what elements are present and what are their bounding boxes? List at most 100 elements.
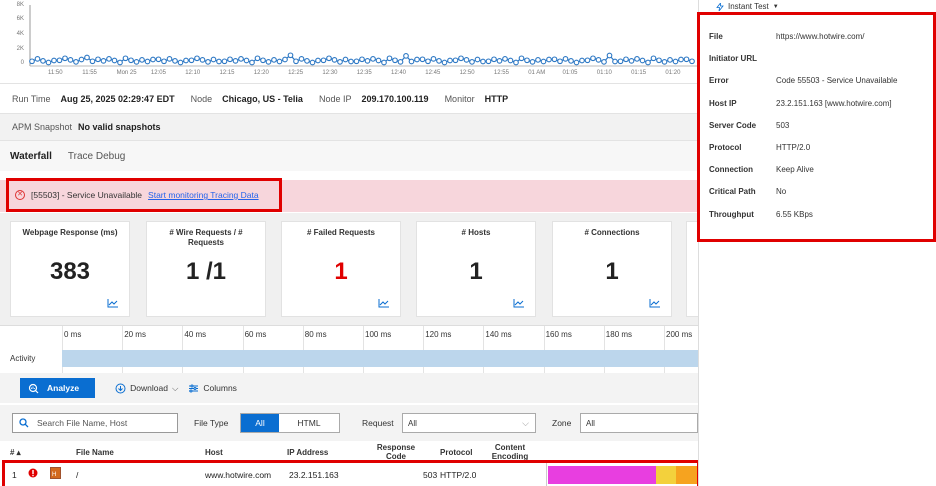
sparkline-point[interactable]: [645, 59, 651, 66]
instant-test-menu[interactable]: Instant Test ▼: [716, 2, 779, 11]
sparkline-point[interactable]: [133, 59, 140, 65]
sparkline-point[interactable]: [232, 58, 239, 64]
sparkline-point[interactable]: [639, 57, 646, 64]
sparkline-point[interactable]: [331, 57, 338, 63]
sparkline-point[interactable]: [678, 56, 684, 63]
sparkline-point[interactable]: [62, 55, 68, 62]
sparkline-point[interactable]: [584, 57, 591, 64]
sparkline-point[interactable]: [183, 57, 189, 64]
sparkline-point[interactable]: [606, 52, 613, 59]
col-response-code[interactable]: Response Code: [374, 443, 418, 461]
sparkline-point[interactable]: [617, 58, 624, 65]
columns-button[interactable]: Columns: [188, 383, 237, 394]
sparkline-point[interactable]: [689, 58, 695, 65]
sparkline-point[interactable]: [359, 56, 365, 63]
sparkline-point[interactable]: [436, 58, 442, 64]
analyze-button[interactable]: Analyze: [20, 378, 96, 398]
start-monitoring-link[interactable]: Start monitoring Tracing Data: [148, 190, 259, 200]
sparkline-point[interactable]: [595, 57, 602, 63]
sparkline-point[interactable]: [447, 57, 453, 64]
sparkline-point[interactable]: [276, 58, 283, 65]
sparkline-point[interactable]: [227, 56, 233, 63]
sparkline-point[interactable]: [661, 59, 668, 65]
sparkline-point[interactable]: [612, 58, 618, 65]
file-type-html[interactable]: HTML: [279, 414, 339, 432]
sparkline-point[interactable]: [144, 58, 151, 65]
sparkline-point[interactable]: [106, 56, 112, 62]
sparkline-point[interactable]: [562, 56, 569, 62]
sparkline-point[interactable]: [95, 56, 101, 63]
trend-chart-icon[interactable]: [378, 298, 390, 308]
sparkline-point[interactable]: [557, 58, 563, 65]
sparkline-point[interactable]: [529, 59, 536, 65]
sparkline-point[interactable]: [568, 58, 574, 64]
sparkline-point[interactable]: [573, 59, 580, 66]
sparkline-point[interactable]: [265, 59, 272, 65]
sparkline-point[interactable]: [502, 56, 508, 62]
sparkline-point[interactable]: [293, 58, 299, 65]
sparkline-point[interactable]: [425, 58, 431, 65]
sparkline-point[interactable]: [271, 57, 277, 63]
sparkline-point[interactable]: [403, 53, 409, 59]
sparkline-point[interactable]: [546, 56, 552, 63]
sparkline-point[interactable]: [656, 57, 662, 64]
sparkline-point[interactable]: [430, 56, 437, 62]
sparkline-point[interactable]: [172, 58, 178, 64]
sparkline-point[interactable]: [518, 55, 525, 62]
download-menu[interactable]: Download ⌵: [115, 383, 178, 394]
sparkline-point[interactable]: [238, 56, 244, 62]
sparkline-point[interactable]: [381, 59, 387, 66]
sparkline-point[interactable]: [177, 59, 184, 66]
sparkline-point[interactable]: [315, 57, 321, 64]
sparkline-point[interactable]: [34, 56, 41, 62]
sparkline-point[interactable]: [51, 57, 57, 64]
sparkline-point[interactable]: [463, 57, 470, 63]
zone-select[interactable]: All: [580, 413, 698, 433]
trend-chart-icon[interactable]: [107, 298, 119, 308]
sparkline-point[interactable]: [111, 57, 118, 64]
sparkline-point[interactable]: [150, 56, 156, 63]
sparkline-point[interactable]: [40, 58, 46, 64]
sparkline-point[interactable]: [375, 57, 382, 64]
sparkline-point[interactable]: [194, 55, 200, 62]
sparkline-point[interactable]: [535, 57, 541, 63]
sparkline-point[interactable]: [634, 56, 640, 62]
sparkline-point[interactable]: [309, 59, 316, 66]
sparkline-point[interactable]: [78, 56, 85, 63]
sparkline-point[interactable]: [67, 57, 74, 63]
sparkline-point[interactable]: [397, 59, 404, 65]
sparkline-point[interactable]: [100, 58, 107, 64]
sparkline-point[interactable]: [601, 59, 607, 65]
sparkline-point[interactable]: [188, 57, 195, 64]
sparkline-point[interactable]: [243, 57, 250, 64]
sparkline-point[interactable]: [161, 58, 167, 65]
sparkline-point[interactable]: [128, 57, 134, 64]
sparkline-point[interactable]: [139, 57, 145, 63]
sparkline-point[interactable]: [56, 57, 63, 64]
sparkline-point[interactable]: [353, 58, 360, 65]
col-protocol[interactable]: Protocol: [440, 448, 472, 457]
sparkline-point[interactable]: [623, 56, 629, 63]
sparkline-point[interactable]: [89, 58, 96, 65]
tab-waterfall[interactable]: Waterfall: [10, 151, 52, 162]
sparkline-point[interactable]: [524, 57, 530, 64]
sparkline-point[interactable]: [485, 58, 492, 65]
sparkline-point[interactable]: [491, 56, 497, 63]
sparkline-point[interactable]: [667, 57, 673, 63]
sparkline-point[interactable]: [496, 58, 503, 64]
sparkline-point[interactable]: [73, 59, 79, 65]
sparkline-point[interactable]: [551, 56, 558, 63]
sparkline-point[interactable]: [507, 57, 514, 64]
sparkline-point[interactable]: [122, 55, 129, 62]
sparkline-point[interactable]: [205, 59, 211, 65]
search-input[interactable]: Search File Name, Host: [12, 413, 178, 433]
sparkline-point[interactable]: [348, 58, 354, 65]
sparkline-point[interactable]: [650, 55, 657, 62]
col-num[interactable]: # ▴: [10, 448, 21, 457]
col-file-name[interactable]: File Name: [76, 448, 114, 457]
sparkline-point[interactable]: [452, 57, 459, 64]
trend-chart-icon[interactable]: [513, 298, 525, 308]
sparkline-point[interactable]: [45, 59, 52, 66]
sparkline-point[interactable]: [590, 55, 596, 62]
sparkline-point[interactable]: [210, 56, 217, 63]
